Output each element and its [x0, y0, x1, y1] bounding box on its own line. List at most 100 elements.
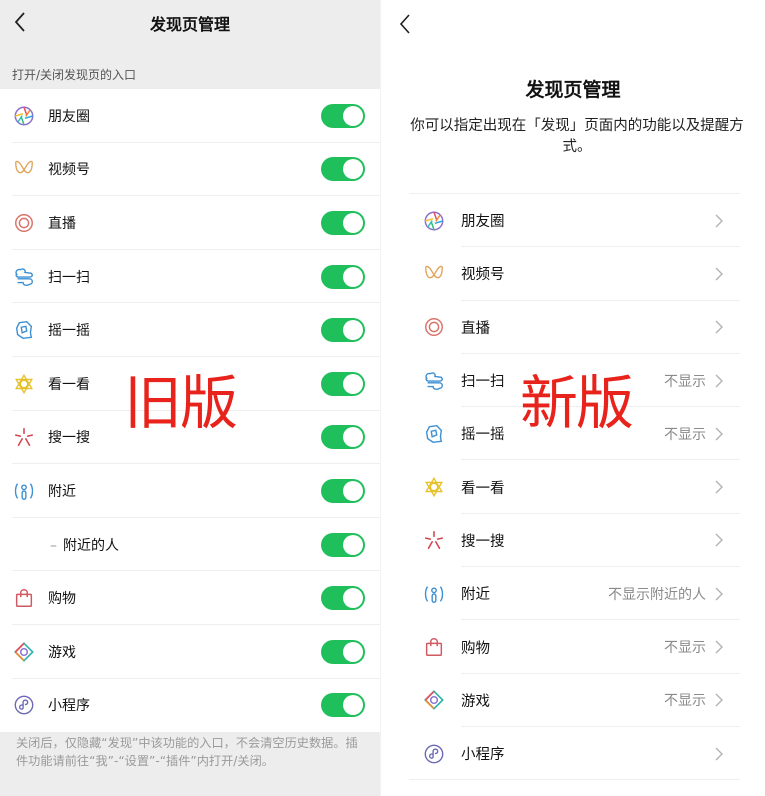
nearby-icon: [423, 583, 445, 605]
entry-toggle[interactable]: [321, 425, 365, 450]
entry-toggle[interactable]: [321, 318, 365, 343]
entry-label: 购物: [48, 588, 76, 608]
entry-row[interactable]: 搜一搜: [409, 514, 740, 568]
chevron-right-icon: [715, 533, 723, 547]
entry-label-text: 小程序: [48, 698, 90, 715]
entry-label: 扫一扫: [461, 374, 505, 391]
toggle-knob: [343, 373, 363, 394]
entry-label-text: 摇一摇: [48, 323, 90, 340]
entry-label-text: 直播: [48, 215, 76, 232]
entry-row[interactable]: 视频号: [409, 247, 740, 301]
toggle-knob: [343, 534, 363, 555]
entry-status: 不显示: [664, 426, 706, 443]
toggle-knob: [343, 641, 363, 662]
search-icon: [13, 426, 35, 448]
entry-row[interactable]: 直播: [409, 301, 740, 355]
entry-label: 附近: [461, 587, 490, 604]
entry-label-text: 看一看: [48, 376, 90, 393]
entry-row: 扫一扫: [0, 250, 380, 304]
entry-toggle[interactable]: [321, 693, 365, 718]
entry-label: 购物: [461, 640, 490, 657]
chevron-right-icon: [715, 693, 723, 707]
toggle-knob: [343, 105, 363, 126]
entry-row: 小程序: [0, 679, 380, 733]
entry-row[interactable]: 小程序: [409, 727, 740, 781]
scan-icon: [423, 370, 445, 392]
toggle-knob: [343, 588, 363, 609]
entry-label-text: 搜一搜: [48, 430, 90, 447]
entry-label: 游戏: [461, 693, 490, 710]
toggle-knob: [343, 480, 363, 501]
moments-icon: [423, 210, 445, 232]
entry-label: 游戏: [48, 642, 76, 662]
entry-status: 不显示: [664, 373, 706, 390]
entry-toggle[interactable]: [321, 210, 365, 235]
new-version-label: 新版: [520, 369, 634, 437]
entry-row[interactable]: 购物 不显示: [409, 620, 740, 674]
entry-status: 不显示: [664, 640, 706, 657]
entry-row: 朋友圈: [0, 89, 380, 143]
nearby-icon: [13, 480, 35, 502]
entry-label-text: 附近的人: [63, 537, 119, 554]
entry-label: 摇一摇: [461, 427, 505, 444]
entry-toggle[interactable]: [321, 103, 365, 128]
new-entry-list: 朋友圈 视频号 直播 扫一扫 不显示 摇一摇 不显示 看一看 搜一搜 附近 不显示附近的人 购物 不显示…: [409, 193, 740, 781]
entry-row: 视频号: [0, 143, 380, 197]
entry-row[interactable]: 附近 不显示附近的人: [409, 567, 740, 621]
entry-label: 小程序: [48, 695, 90, 715]
entry-row: 游戏: [0, 625, 380, 679]
entry-status: 不显示: [664, 693, 706, 710]
live-icon: [423, 316, 445, 338]
entry-label: 视频号: [48, 159, 90, 179]
toggle-knob: [343, 212, 363, 233]
entry-label: 附近: [48, 481, 76, 501]
entry-row: – 附近的人: [0, 518, 380, 572]
section-hint: 打开/关闭发现页的入口: [12, 68, 137, 82]
games-icon: [13, 641, 35, 663]
moments-icon: [13, 105, 35, 127]
entry-toggle[interactable]: [321, 532, 365, 557]
entry-row[interactable]: 看一看: [409, 460, 740, 515]
toggle-knob: [343, 695, 363, 716]
entry-label: 扫一扫: [48, 267, 90, 287]
chevron-right-icon: [715, 640, 723, 654]
top-stories-icon: [423, 476, 445, 498]
entry-label-text: 购物: [48, 591, 76, 608]
page-title: 发现页管理: [149, 15, 230, 34]
chevron-right-icon: [715, 587, 723, 601]
entry-toggle[interactable]: [321, 157, 365, 182]
entry-toggle[interactable]: [321, 264, 365, 289]
chevron-right-icon: [715, 427, 723, 441]
entry-row[interactable]: 朋友圈: [409, 194, 740, 248]
old-navbar: 发现页管理: [0, 0, 380, 46]
sub-item-dash: –: [50, 537, 57, 554]
entry-toggle[interactable]: [321, 478, 365, 503]
entry-status: 不显示附近的人: [608, 586, 706, 603]
entry-label: 视频号: [461, 267, 505, 284]
entry-label: 看一看: [461, 480, 505, 497]
entry-label: 朋友圈: [461, 214, 505, 231]
entry-toggle[interactable]: [321, 639, 365, 664]
toggle-knob: [343, 427, 363, 448]
page-description: 你可以指定出现在「发现」页面内的功能以及提醒方式。: [410, 118, 744, 155]
entry-row: 附近: [0, 464, 380, 518]
back-chevron-icon[interactable]: [395, 10, 415, 38]
entry-label: 直播: [461, 320, 490, 337]
entry-toggle[interactable]: [321, 586, 365, 611]
shake-icon: [13, 319, 35, 341]
top-stories-icon: [13, 373, 35, 395]
entry-label: 搜一搜: [48, 427, 90, 447]
shopping-icon: [13, 587, 35, 609]
entry-row: 购物: [0, 571, 380, 625]
chevron-right-icon: [715, 480, 723, 494]
toggle-knob: [343, 266, 363, 287]
entry-toggle[interactable]: [321, 371, 365, 396]
entry-row[interactable]: 游戏 不显示: [409, 674, 740, 728]
entry-label: 摇一摇: [48, 320, 90, 340]
entry-row: 直播: [0, 196, 380, 250]
footer-note: 关闭后，仅隐藏“发现”中该功能的入口，不会清空历史数据。插件功能请前往“我”-“…: [16, 736, 358, 768]
old-version-label: 旧版: [124, 369, 238, 437]
page-title: 发现页管理: [525, 79, 621, 101]
entry-row: 摇一摇: [0, 303, 380, 357]
entry-label-text: 附近: [48, 483, 76, 500]
